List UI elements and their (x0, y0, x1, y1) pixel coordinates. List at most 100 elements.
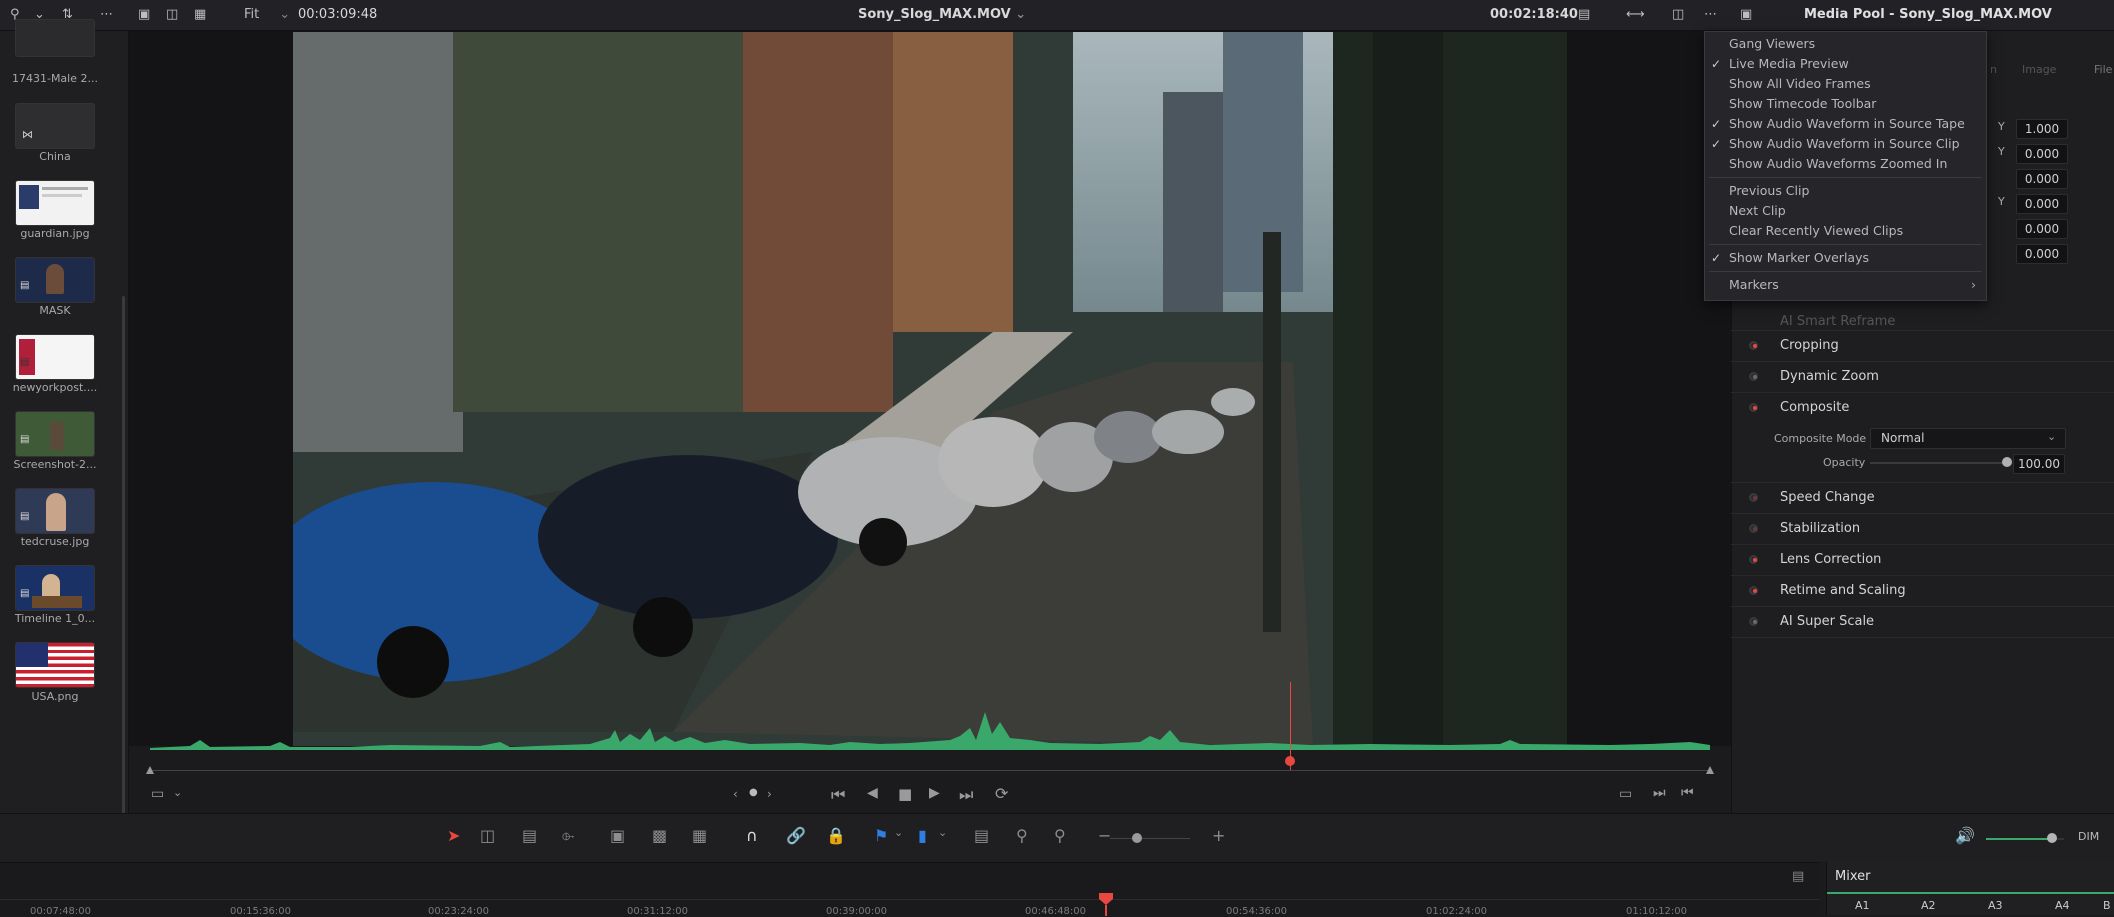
opacity-slider-handle[interactable] (2002, 457, 2012, 467)
next-frame-icon[interactable]: ⏭ (1653, 785, 1666, 801)
bin-scrollbar[interactable] (122, 296, 125, 816)
media-thumb-1[interactable]: ⋈ (15, 103, 95, 149)
chevron-down-icon[interactable]: ⌄ (938, 826, 947, 839)
overlay-icon[interactable]: ▤ (1578, 0, 1590, 30)
volume-slider-handle[interactable] (2047, 833, 2057, 843)
zoom-custom-icon[interactable]: ⚲ (1054, 826, 1066, 845)
menu-item-clear-recent-clips[interactable]: Clear Recently Viewed Clips (1705, 221, 1986, 241)
inspector-tab-image[interactable]: Image (2022, 63, 2056, 76)
menu-item-show-marker-overlays[interactable]: ✓ Show Marker Overlays (1705, 248, 1986, 268)
menu-item-markers[interactable]: Markers › (1705, 275, 1986, 295)
jog-right-icon[interactable]: › (767, 787, 772, 801)
media-pool-icon[interactable]: ▣ (1740, 0, 1752, 30)
menu-item-show-all-video-frames[interactable]: Show All Video Frames (1705, 74, 1986, 94)
enable-toggle[interactable] (1749, 586, 1758, 595)
flag-icon[interactable]: ⚑ (874, 826, 888, 845)
anchor-y-field[interactable]: 0.000 (2016, 194, 2068, 214)
section-dynamic-zoom[interactable]: Dynamic Zoom (1731, 361, 2114, 392)
rotation-field[interactable]: 0.000 (2016, 169, 2068, 189)
menu-item-gang-viewers[interactable]: Gang Viewers (1705, 34, 1986, 54)
opacity-slider-track[interactable] (1870, 462, 2007, 464)
section-composite[interactable]: Composite Composite Mode Normal ⌄ Opacit… (1731, 392, 2114, 492)
loop-icon[interactable]: ⟳ (995, 784, 1008, 803)
blade-tool-icon[interactable]: ⌱ (562, 826, 574, 846)
section-speed-change[interactable]: Speed Change (1731, 482, 2114, 513)
section-ai-super-scale[interactable]: AI Super Scale (1731, 606, 2114, 638)
media-thumb-7[interactable]: ▤ (15, 565, 95, 611)
media-thumb-2[interactable] (15, 180, 95, 226)
mixer-toggle-icon[interactable]: ▤ (1792, 869, 1804, 884)
timeline-ruler[interactable]: 00:07:48:00 00:15:36:00 00:23:24:00 00:3… (0, 862, 1820, 917)
linked-selection-icon[interactable]: 🔗 (786, 826, 806, 845)
menu-item-waveform-source-clip[interactable]: ✓ Show Audio Waveform in Source Clip (1705, 134, 1986, 154)
timeline-zoom-handle[interactable] (1132, 833, 1142, 843)
transform-icon[interactable]: ⟷ (1626, 0, 1645, 30)
section-stabilization[interactable]: Stabilization (1731, 513, 2114, 544)
menu-item-live-media-preview[interactable]: ✓ Live Media Preview (1705, 54, 1986, 74)
go-to-end-icon[interactable]: ⏭ (959, 785, 973, 805)
media-thumb-6[interactable]: ▤ (15, 488, 95, 534)
menu-item-previous-clip[interactable]: Previous Clip (1705, 181, 1986, 201)
media-thumb-5[interactable]: ▤ (15, 411, 95, 457)
dual-viewer-icon[interactable]: ◫ (166, 0, 178, 30)
position-lock-icon[interactable]: 🔒 (826, 826, 846, 845)
enable-toggle[interactable] (1749, 372, 1758, 381)
section-retime-scaling[interactable]: Retime and Scaling (1731, 575, 2114, 606)
position-y-field[interactable]: 0.000 (2016, 144, 2068, 164)
enable-toggle[interactable] (1749, 341, 1758, 350)
menu-item-next-clip[interactable]: Next Clip (1705, 201, 1986, 221)
menu-item-waveform-source-tape[interactable]: ✓ Show Audio Waveform in Source Tape (1705, 114, 1986, 134)
dim-button[interactable]: DIM (2078, 830, 2099, 843)
enable-toggle[interactable] (1749, 403, 1758, 412)
snapping-icon[interactable]: ∩ (746, 826, 758, 845)
viewer-options-icon[interactable]: ⋯ (1704, 0, 1717, 30)
inspector-tab[interactable]: n (1990, 63, 1997, 76)
trim-tool-icon[interactable]: ◫ (480, 826, 495, 845)
jog-left-icon[interactable]: ‹ (733, 787, 738, 801)
speaker-icon[interactable]: 🔊 (1955, 826, 1975, 845)
chevron-down-icon[interactable]: ⌄ (173, 786, 182, 799)
playhead-handle[interactable] (1285, 756, 1295, 766)
section-lens-correction[interactable]: Lens Correction (1731, 544, 2114, 575)
enable-toggle[interactable] (1749, 555, 1758, 564)
mixer-channel-a4[interactable]: A4 (2055, 899, 2070, 912)
zoom-full-icon[interactable]: ▤ (974, 826, 989, 845)
ai-smart-reframe-label[interactable]: AI Smart Reframe (1780, 314, 1895, 329)
menu-item-show-timecode-toolbar[interactable]: Show Timecode Toolbar (1705, 94, 1986, 114)
timeline-playhead[interactable] (1099, 893, 1113, 905)
zoom-in-icon[interactable]: + (1212, 826, 1225, 845)
overwrite-clip-icon[interactable]: ▩ (652, 826, 667, 845)
inspector-tab-file[interactable]: File (2094, 63, 2112, 76)
media-thumb-3[interactable]: ▤ (15, 257, 95, 303)
play-reverse-icon[interactable]: ◀ (867, 785, 878, 801)
zoom-out-icon[interactable]: − (1098, 826, 1111, 845)
enable-toggle[interactable] (1749, 493, 1758, 502)
cinema-viewer-icon[interactable]: ▦ (194, 0, 206, 30)
section-cropping[interactable]: Cropping (1731, 330, 2114, 361)
stop-icon[interactable]: ■ (898, 785, 912, 803)
match-frame-icon[interactable]: ▭ (1619, 786, 1632, 802)
opacity-field[interactable]: 100.00 (2013, 454, 2065, 474)
single-viewer-icon[interactable]: ▣ (138, 0, 150, 30)
composite-mode-select[interactable]: Normal ⌄ (1870, 428, 2066, 449)
selection-tool-icon[interactable]: ➤ (447, 826, 460, 845)
mixer-channel-b[interactable]: B (2103, 899, 2111, 912)
chevron-down-icon[interactable]: ⌄ (894, 826, 903, 839)
scrub-bar[interactable] (150, 770, 1712, 771)
go-to-start-icon[interactable]: ⏮ (831, 785, 845, 805)
zoom-selector[interactable]: Fit ⌄ (244, 0, 290, 30)
menu-item-waveforms-zoomed-in[interactable]: Show Audio Waveforms Zoomed In (1705, 154, 1986, 174)
zoom-detail-icon[interactable]: ⚲ (1016, 826, 1028, 845)
dynamic-trim-icon[interactable]: ▤ (522, 826, 537, 845)
clip-name-selector[interactable]: Sony_Slog_MAX.MOV ⌄ (858, 0, 1026, 30)
zoom-y-field[interactable]: 1.000 (2016, 119, 2068, 139)
previous-frame-icon[interactable]: ⏮ (1681, 785, 1694, 801)
play-icon[interactable]: ▶ (929, 785, 940, 801)
pitch-field[interactable]: 0.000 (2016, 219, 2068, 239)
timeline-zoom-slider[interactable] (1110, 838, 1190, 839)
mixer-channel-a1[interactable]: A1 (1855, 899, 1870, 912)
mixer-channel-a2[interactable]: A2 (1921, 899, 1936, 912)
replace-clip-icon[interactable]: ▦ (692, 826, 707, 845)
jog-dot-icon[interactable]: ● (749, 787, 758, 798)
mixer-channel-a3[interactable]: A3 (1988, 899, 2003, 912)
